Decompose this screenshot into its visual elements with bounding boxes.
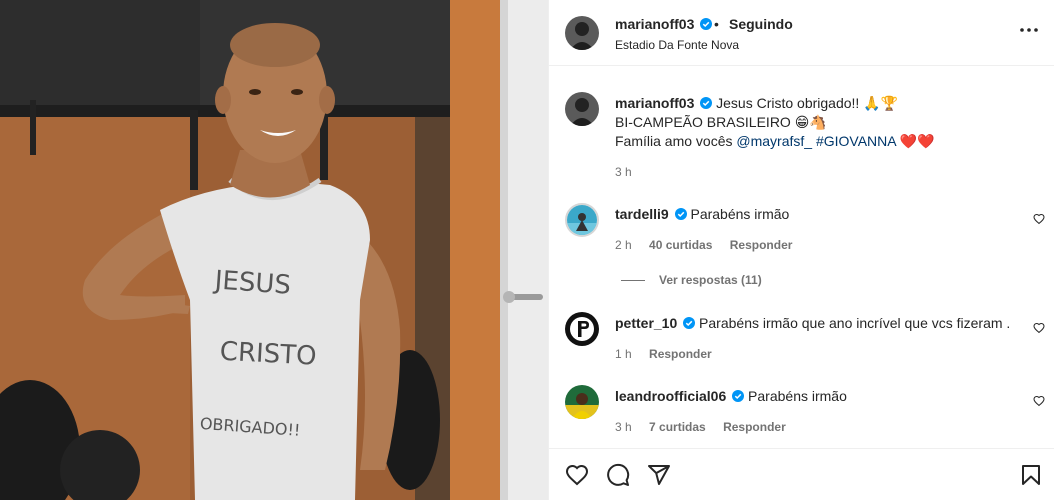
comment-body: Parabéns irmão: [748, 388, 847, 404]
caption-mention-link[interactable]: @mayrafsf_: [736, 133, 812, 149]
comment-text: leandroofficial06 Parabéns irmão: [615, 387, 1015, 406]
comment-avatar[interactable]: [565, 385, 599, 419]
comment-meta: 2 h 40 curtidas Responder: [615, 238, 806, 252]
svg-text:JESUS: JESUS: [212, 265, 292, 300]
caption-username[interactable]: marianoff03: [615, 95, 694, 111]
comment-text: tardelli9 Parabéns irmão: [615, 205, 1015, 224]
comment-body: Parabéns irmão que ano incrível que vcs …: [699, 315, 1011, 331]
post-sidebar: marianoff03 • Seguindo Estadio Da Fonte …: [548, 0, 1054, 500]
post-photo[interactable]: JESUS CRISTO OBRIGADO!!: [0, 0, 548, 500]
follow-status-button[interactable]: Seguindo: [729, 16, 793, 32]
instagram-post-view: JESUS CRISTO OBRIGADO!! marianoff03 • Se…: [0, 0, 1054, 500]
comment-reply-button[interactable]: Responder: [723, 420, 786, 434]
verified-badge-icon: [700, 97, 713, 109]
post-location[interactable]: Estadio Da Fonte Nova: [615, 38, 739, 52]
comment-meta: 3 h 7 curtidas Responder: [615, 420, 800, 434]
comment-item: tardelli9 Parabéns irmão 2 h 40 curtidas…: [549, 197, 1054, 292]
verified-badge-icon: [732, 390, 745, 402]
caption-hashtag-link[interactable]: #GIOVANNA: [816, 133, 896, 149]
caption-line-2: BI-CAMPEÃO BRASILEIRO 😁🐴: [615, 114, 827, 130]
comment-item: petter_10 Parabéns irmão que ano incríve…: [549, 306, 1054, 368]
share-icon[interactable]: [647, 463, 671, 487]
comment-username[interactable]: petter_10: [615, 315, 677, 331]
comment-timestamp[interactable]: 1 h: [615, 347, 632, 361]
comment-text: petter_10 Parabéns irmão que ano incríve…: [615, 314, 1035, 333]
comment-avatar[interactable]: [565, 203, 599, 237]
caption-timestamp[interactable]: 3 h: [615, 165, 632, 179]
comment-username[interactable]: leandroofficial06: [615, 388, 726, 404]
comment-likes[interactable]: 7 curtidas: [649, 420, 706, 434]
author-avatar[interactable]: [565, 16, 599, 50]
post-caption: marianoff03 Jesus Cristo obrigado!! 🙏🏆 B…: [549, 80, 1054, 190]
view-replies-label[interactable]: Ver respostas (11): [659, 273, 762, 287]
heart-icon[interactable]: [565, 463, 589, 487]
author-username-text[interactable]: marianoff03: [615, 16, 694, 32]
comment-icon[interactable]: [606, 463, 630, 487]
post-action-bar: [549, 448, 1054, 500]
comment-meta: 1 h Responder: [615, 347, 726, 361]
comment-username[interactable]: tardelli9: [615, 206, 669, 222]
comment-heart-icon[interactable]: [1033, 395, 1045, 407]
comment-avatar[interactable]: [565, 312, 599, 346]
comment-heart-icon[interactable]: [1033, 322, 1045, 334]
comment-timestamp[interactable]: 3 h: [615, 420, 632, 434]
post-header: marianoff03 • Seguindo Estadio Da Fonte …: [549, 0, 1054, 66]
caption-line-1: Jesus Cristo obrigado!! 🙏🏆: [716, 95, 899, 111]
comment-reply-button[interactable]: Responder: [730, 238, 793, 252]
caption-text: marianoff03 Jesus Cristo obrigado!! 🙏🏆 B…: [615, 94, 1015, 151]
caption-hearts: ❤️❤️: [899, 133, 935, 149]
more-options-icon[interactable]: [1019, 20, 1039, 40]
comment-timestamp[interactable]: 2 h: [615, 238, 632, 252]
caption-avatar[interactable]: [565, 92, 599, 126]
view-replies-button[interactable]: Ver respostas (11): [621, 273, 762, 287]
comment-heart-icon[interactable]: [1033, 213, 1045, 225]
comment-likes[interactable]: 40 curtidas: [649, 238, 712, 252]
verified-badge-icon: [683, 317, 696, 329]
caption-meta: 3 h: [615, 165, 646, 179]
caption-line-3: Família amo vocês: [615, 133, 737, 149]
comment-reply-button[interactable]: Responder: [649, 347, 712, 361]
verified-badge-icon: [674, 208, 687, 220]
svg-text:CRISTO: CRISTO: [219, 337, 317, 372]
bookmark-icon[interactable]: [1019, 463, 1043, 487]
verified-badge-icon: [700, 18, 713, 30]
comment-item: leandroofficial06 Parabéns irmão 3 h 7 c…: [549, 379, 1054, 441]
author-username[interactable]: marianoff03: [615, 16, 713, 32]
header-separator: •: [714, 16, 719, 32]
replies-divider: [621, 280, 645, 282]
comment-body: Parabéns irmão: [690, 206, 790, 222]
